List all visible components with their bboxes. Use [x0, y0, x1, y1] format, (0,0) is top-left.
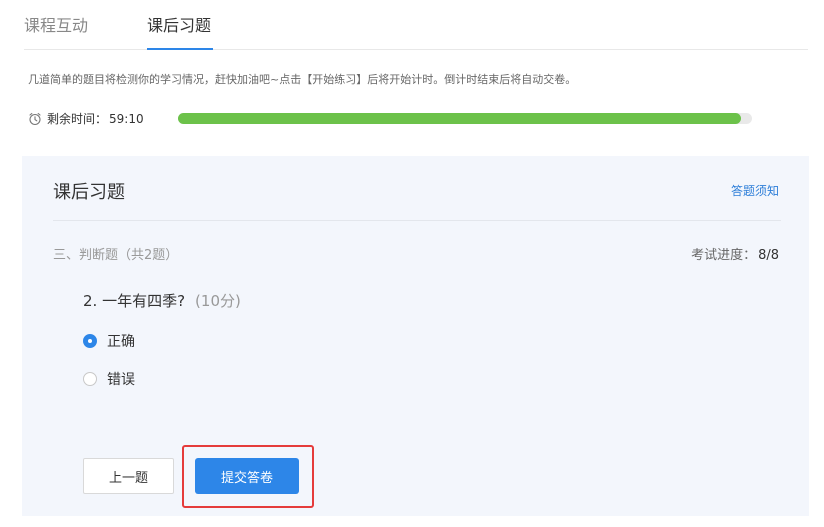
question-stem: 2. 一年有四季?: [83, 292, 186, 310]
tab-bar: 课程互动 课后习题: [24, 0, 808, 50]
countdown-timer: 剩余时间： 59:10: [28, 110, 144, 127]
radio-checked-icon[interactable]: [83, 334, 97, 348]
alarm-clock-icon: [29, 112, 41, 125]
question-text: 2. 一年有四季? (10分): [83, 290, 241, 311]
previous-question-button[interactable]: 上一题: [83, 458, 174, 494]
divider: [53, 220, 781, 221]
option-label: 错误: [107, 372, 135, 388]
panel-title: 课后习题: [53, 182, 125, 203]
exam-progress-label: 考试进度：: [691, 248, 757, 263]
timer-label: 剩余时间：: [47, 112, 108, 126]
tab-course-interaction[interactable]: 课程互动: [24, 12, 88, 36]
tab-homework[interactable]: 课后习题: [147, 12, 211, 36]
section-title: 三、判断题（共2题）: [53, 248, 179, 263]
exam-progress: 考试进度： 8/8: [691, 244, 779, 263]
question-score: (10分): [195, 292, 241, 310]
option-false[interactable]: 错误: [83, 369, 135, 389]
submit-answers-button[interactable]: 提交答卷: [195, 458, 299, 494]
option-label: 正确: [107, 334, 135, 350]
time-progress-bar: [178, 113, 752, 124]
radio-unchecked-icon[interactable]: [83, 372, 97, 386]
timer-value: 59:10: [109, 111, 144, 126]
exam-progress-value: 8/8: [758, 248, 779, 263]
active-tab-indicator: [147, 48, 213, 50]
time-progress-fill: [178, 113, 741, 124]
answer-instructions-link[interactable]: 答题须知: [731, 182, 779, 199]
option-true[interactable]: 正确: [83, 331, 135, 351]
instruction-text: 几道简单的题目将检测你的学习情况，赶快加油吧~点击【开始练习】后将开始计时。倒计…: [28, 73, 577, 86]
quiz-panel: 课后习题 答题须知 三、判断题（共2题） 考试进度： 8/8 2. 一年有四季? (…: [22, 156, 809, 516]
